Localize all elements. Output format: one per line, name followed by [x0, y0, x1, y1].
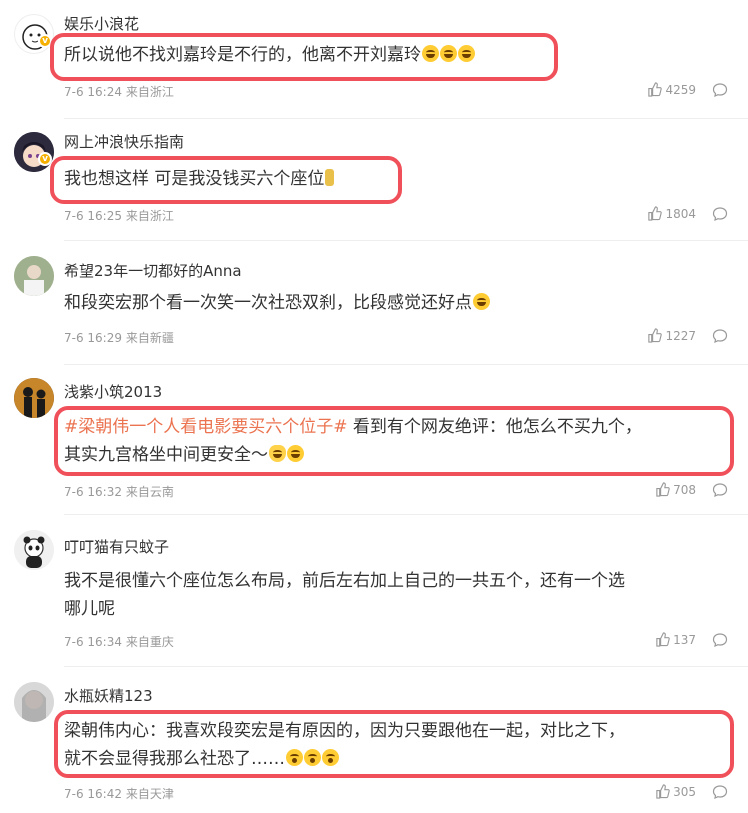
username[interactable]: 娱乐小浪花: [64, 13, 139, 34]
comment-bubble-icon: [712, 633, 728, 648]
comment-item: 浅紫小筑2013 #梁朝伟一个人看电影要买六个位子# 看到有个网友绝评：他怎么不…: [0, 364, 748, 514]
reply-button[interactable]: [712, 328, 728, 348]
like-count: 1804: [665, 207, 696, 221]
comment-text-line-2: 就不会显得我那么社恐了……: [64, 744, 339, 774]
comment-bubble-icon: [712, 83, 728, 98]
thumbs-up-icon: [656, 632, 670, 647]
comment-meta: 7-6 16:34 来自重庆: [64, 633, 174, 650]
thumbs-up-icon: [648, 82, 663, 97]
reply-button[interactable]: [712, 206, 728, 226]
comment-bubble-icon: [712, 785, 728, 800]
like-button[interactable]: 305: [655, 784, 696, 799]
timestamp: 7-6 16:34: [64, 635, 122, 649]
timestamp: 7-6 16:32: [64, 485, 122, 499]
laugh-cry-emoji: [473, 293, 490, 310]
username[interactable]: 浅紫小筑2013: [64, 381, 162, 402]
like-button[interactable]: 137: [655, 632, 696, 647]
like-button[interactable]: 708: [655, 482, 696, 497]
reply-button[interactable]: [712, 784, 728, 804]
comment-item: 叮叮猫有只蚊子 我不是很懂六个座位怎么布局，前后左右加上自己的一共五个，还有一个…: [0, 514, 748, 664]
location: 来自重庆: [125, 635, 174, 649]
wow-emoji: [286, 749, 303, 766]
timestamp: 7-6 16:29: [64, 331, 122, 345]
comment-text: 梁朝伟内心：我喜欢段奕宏是有原因的，因为只要跟他在一起，对比之下，: [64, 721, 625, 741]
comment-text-line-2: 其实九宫格坐中间更安全～: [64, 440, 304, 470]
comment-meta: 7-6 16:32 来自云南: [64, 483, 174, 500]
timestamp: 7-6 16:25: [64, 209, 122, 223]
timestamp: 7-6 16:24: [64, 85, 122, 99]
timestamp: 7-6 16:42: [64, 787, 122, 801]
laugh-cry-emoji: [422, 45, 439, 62]
comment-text: 我不是很懂六个座位怎么布局，前后左右加上自己的一共五个，还有一个选: [64, 571, 625, 591]
photo-avatar-icon: [14, 256, 54, 296]
username[interactable]: 叮叮猫有只蚊子: [64, 536, 169, 557]
location: 来自浙江: [125, 85, 174, 99]
comment-meta: 7-6 16:42 来自天津: [64, 785, 174, 802]
avatar[interactable]: [14, 682, 54, 722]
reply-button[interactable]: [712, 82, 728, 102]
verified-badge-icon: v: [38, 152, 52, 166]
comment-item: v 网上冲浪快乐指南 我也想这样 可是我没钱买六个座位 7-6 16:25 来自…: [0, 118, 748, 240]
location: 来自天津: [125, 787, 174, 801]
bottle-emoji: [325, 169, 335, 186]
comment-text: #梁朝伟一个人看电影要买六个位子# 看到有个网友绝评：他怎么不买九个，: [64, 417, 642, 437]
comment-item: 希望23年一切都好的Anna 和段奕宏那个看一次笑一次社恐双刹，比段感觉还好点 …: [0, 240, 748, 364]
comment-meta: 7-6 16:24 来自浙江: [64, 83, 174, 100]
avatar[interactable]: [14, 530, 54, 570]
like-count: 305: [673, 785, 696, 799]
comment-meta: 7-6 16:29 来自新疆: [64, 329, 174, 346]
laugh-cry-emoji: [458, 45, 475, 62]
username[interactable]: 希望23年一切都好的Anna: [64, 260, 242, 281]
comment-text: 我也想这样 可是我没钱买六个座位: [64, 164, 335, 194]
photo-avatar-icon: [14, 682, 54, 722]
comment-bubble-icon: [712, 329, 728, 344]
like-count: 708: [673, 483, 696, 497]
username[interactable]: 网上冲浪快乐指南: [64, 131, 184, 152]
avatar[interactable]: [14, 378, 54, 418]
comment-meta: 7-6 16:25 来自浙江: [64, 207, 174, 224]
comment-bubble-icon: [712, 207, 728, 222]
like-button[interactable]: 4259: [647, 82, 696, 97]
wow-emoji: [304, 749, 321, 766]
comment-text: 所以说他不找刘嘉玲是不行的，他离不开刘嘉玲: [64, 40, 475, 70]
topic-tag-link[interactable]: #梁朝伟一个人看电影要买六个位子#: [64, 417, 348, 437]
username[interactable]: 水瓶妖精123: [64, 685, 153, 706]
reply-button[interactable]: [712, 632, 728, 652]
thumbs-up-icon: [648, 328, 663, 343]
location: 来自浙江: [125, 209, 174, 223]
wow-emoji: [322, 749, 339, 766]
like-count: 1227: [665, 329, 696, 343]
avatar[interactable]: [14, 256, 54, 296]
thumbs-up-icon: [648, 206, 663, 221]
comment-text-line-2: 哪儿呢: [64, 599, 115, 619]
laugh-emoji: [287, 445, 304, 462]
cat-emoji: [269, 445, 286, 462]
like-button[interactable]: 1804: [647, 206, 696, 221]
like-count: 137: [673, 633, 696, 647]
comment-item: 水瓶妖精123 梁朝伟内心：我喜欢段奕宏是有原因的，因为只要跟他在一起，对比之下…: [0, 666, 748, 813]
thumbs-up-icon: [656, 482, 670, 497]
location: 来自云南: [125, 485, 174, 499]
laugh-cry-emoji: [440, 45, 457, 62]
like-count: 4259: [665, 83, 696, 97]
panda-avatar-icon: [14, 530, 54, 570]
comment-item: v 娱乐小浪花 所以说他不找刘嘉玲是不行的，他离不开刘嘉玲 7-6 16:24 …: [0, 0, 748, 120]
silhouette-avatar-icon: [14, 378, 54, 418]
comment-text: 和段奕宏那个看一次笑一次社恐双刹，比段感觉还好点: [64, 288, 490, 318]
comment-bubble-icon: [712, 483, 728, 498]
verified-badge-icon: v: [38, 34, 52, 48]
thumbs-up-icon: [656, 784, 670, 799]
like-button[interactable]: 1227: [647, 328, 696, 343]
reply-button[interactable]: [712, 482, 728, 502]
location: 来自新疆: [125, 331, 174, 345]
